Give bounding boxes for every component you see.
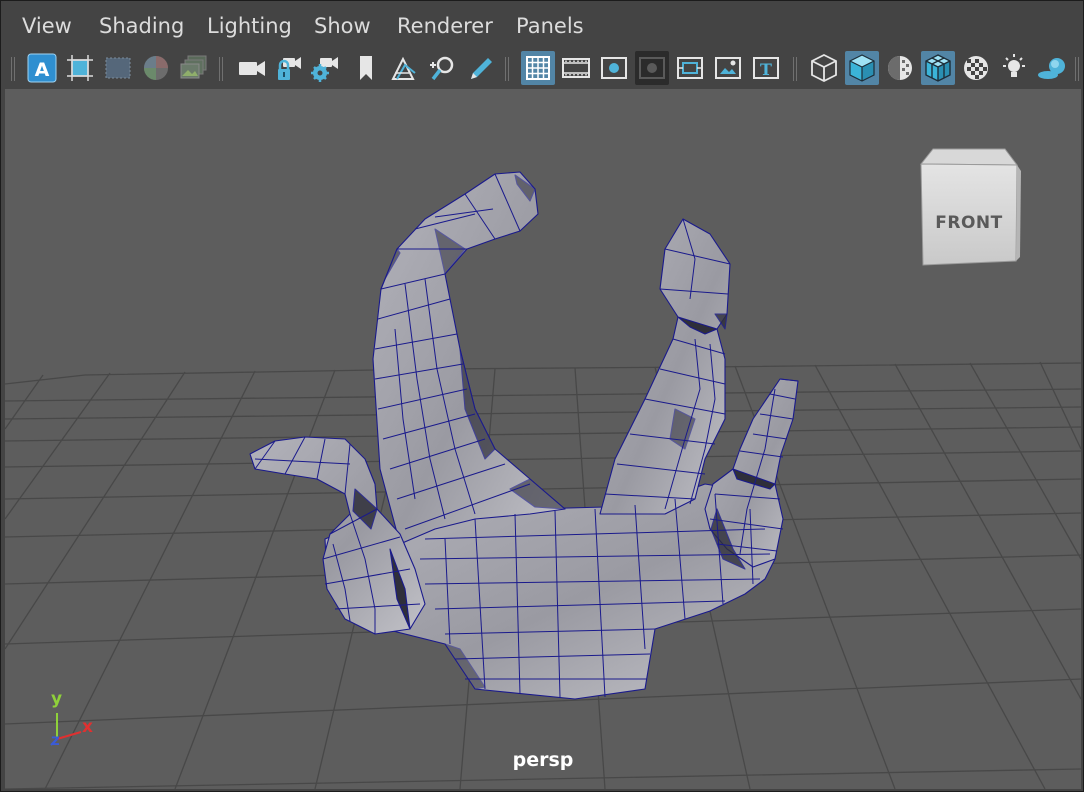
- viewport-panel: View Shading Lighting Show Renderer Pane…: [0, 0, 1084, 792]
- menu-lighting[interactable]: Lighting: [207, 13, 292, 39]
- hand-mesh: [249, 171, 799, 700]
- lock-camera-icon[interactable]: [271, 51, 305, 85]
- grease-pencil-icon[interactable]: [463, 51, 497, 85]
- toolbar-separator: [11, 57, 15, 81]
- toolbar-separator: [793, 57, 797, 81]
- gate-mask-icon[interactable]: [635, 51, 669, 85]
- panel-menu-bar: View Shading Lighting Show Renderer Pane…: [1, 1, 1083, 47]
- menu-view[interactable]: View: [22, 13, 72, 39]
- use-default-material-icon[interactable]: [883, 51, 917, 85]
- use-all-lights-icon[interactable]: [997, 51, 1031, 85]
- color-wheel-icon[interactable]: [139, 51, 173, 85]
- wireframe-icon[interactable]: [807, 51, 841, 85]
- axis-z-label: z: [51, 731, 60, 749]
- safe-title-icon[interactable]: T: [749, 51, 783, 85]
- grid-toggle-icon[interactable]: [521, 51, 555, 85]
- field-chart-icon[interactable]: [673, 51, 707, 85]
- menu-shading[interactable]: Shading: [99, 13, 184, 39]
- axis-y-label: y: [51, 689, 63, 709]
- svg-text:A: A: [35, 59, 50, 81]
- resolution-gate-icon[interactable]: [597, 51, 631, 85]
- panel-toolbar: A T: [1, 47, 1083, 89]
- scene-canvas[interactable]: [5, 89, 1081, 789]
- smooth-shade-icon[interactable]: [845, 51, 879, 85]
- select-camera-icon[interactable]: A: [25, 51, 59, 85]
- grid-overlay-icon[interactable]: [101, 51, 135, 85]
- xray-icon[interactable]: [959, 51, 993, 85]
- frame-selection-icon[interactable]: [63, 51, 97, 85]
- menu-show[interactable]: Show: [314, 13, 371, 39]
- viewcube-front-label[interactable]: FRONT: [920, 213, 1018, 233]
- toolbar-separator: [219, 57, 223, 81]
- menu-panels[interactable]: Panels: [516, 13, 584, 39]
- camera-icon[interactable]: [235, 51, 269, 85]
- toolbar-separator: [505, 57, 509, 81]
- viewcube[interactable]: [919, 148, 1021, 266]
- camera-attributes-icon[interactable]: [307, 51, 341, 85]
- menu-renderer[interactable]: Renderer: [397, 13, 493, 39]
- shadows-icon[interactable]: [1035, 51, 1069, 85]
- axis-x-label: x: [82, 717, 93, 737]
- wireframe-on-shaded-icon[interactable]: [921, 51, 955, 85]
- camera-name-label: persp: [512, 749, 574, 771]
- bookmark-icon[interactable]: [349, 51, 383, 85]
- 2d-pan-zoom-magnifier-icon[interactable]: [425, 51, 459, 85]
- film-gate-icon[interactable]: [559, 51, 593, 85]
- image-plane-icon[interactable]: [177, 51, 211, 85]
- svg-text:T: T: [760, 60, 772, 79]
- 3d-viewport[interactable]: FRONT y x z persp: [5, 89, 1081, 789]
- toolbar-separator: [1075, 57, 1079, 81]
- safe-action-icon[interactable]: [711, 51, 745, 85]
- 2d-pan-zoom-icon[interactable]: [387, 51, 421, 85]
